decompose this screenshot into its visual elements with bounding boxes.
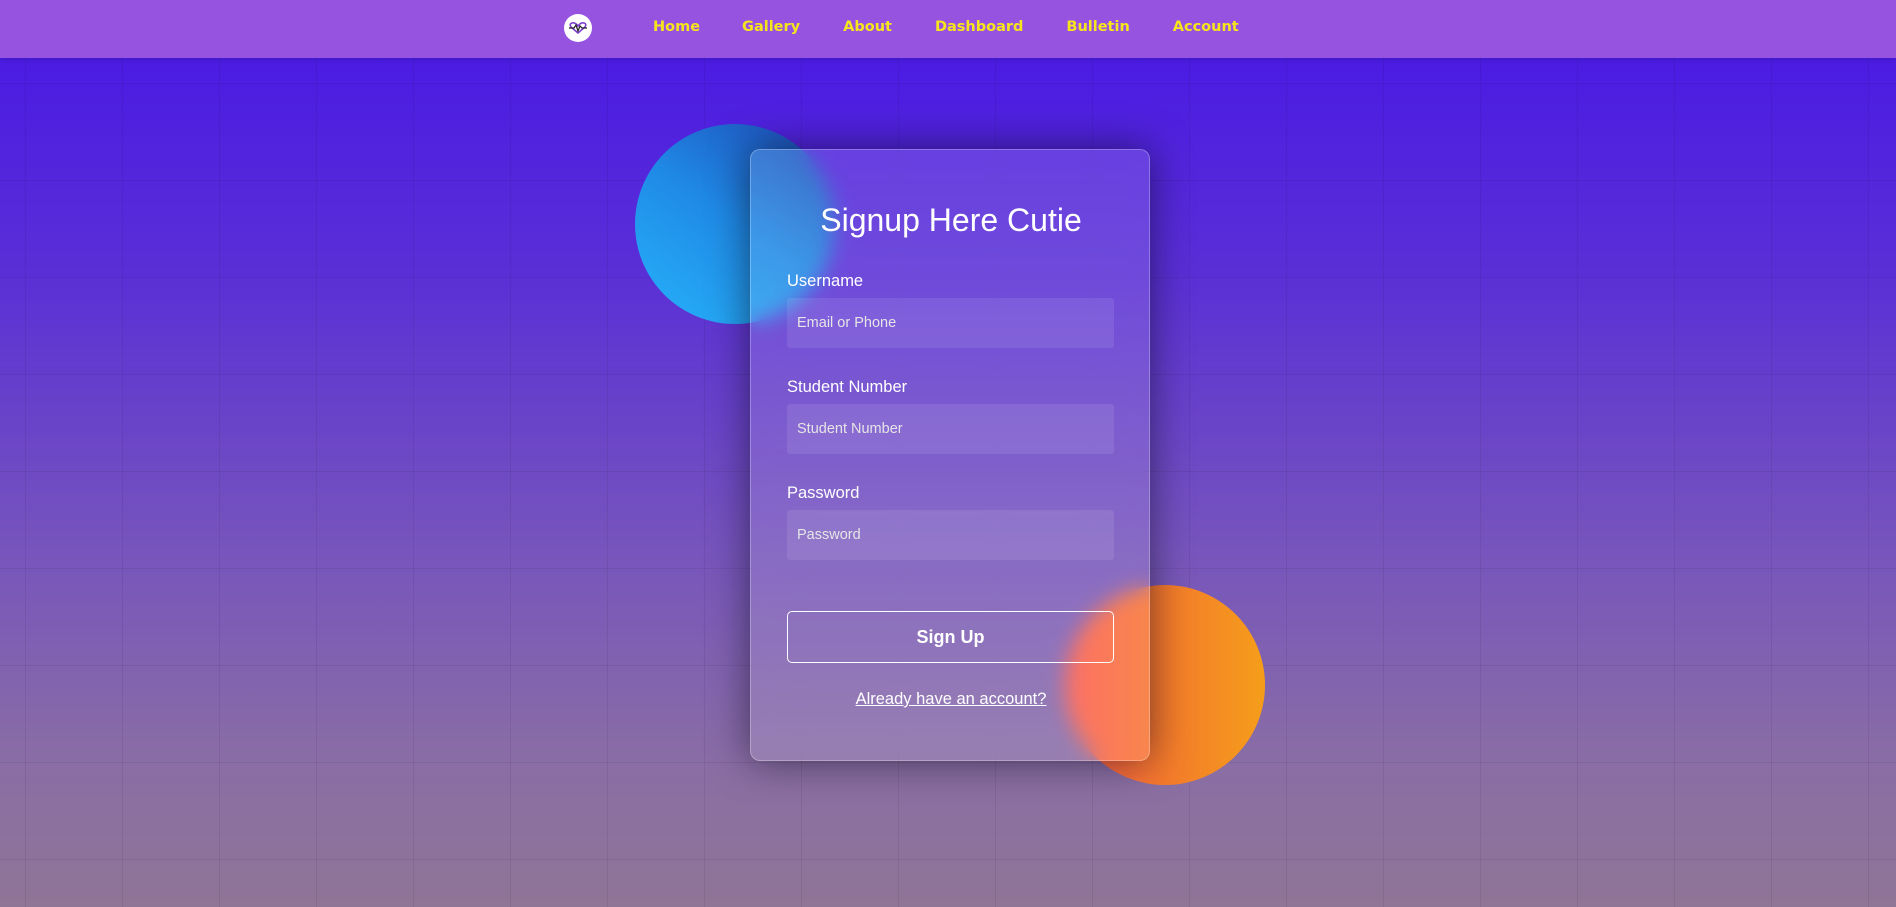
form-title: Signup Here Cutie: [820, 202, 1082, 238]
username-input[interactable]: [787, 298, 1114, 348]
signup-form-card: Signup Here Cutie Username Student Numbe…: [750, 149, 1150, 761]
nav-link-about[interactable]: About: [843, 19, 892, 35]
student-number-input[interactable]: [787, 404, 1114, 454]
username-label: Username: [787, 272, 864, 290]
nav-link-bulletin[interactable]: Bulletin: [1066, 19, 1129, 35]
nav-links: Home Gallery About Dashboard Bulletin Ac…: [653, 19, 1239, 35]
nav-link-account[interactable]: Account: [1173, 19, 1239, 35]
nav-link-dashboard[interactable]: Dashboard: [935, 19, 1023, 35]
top-navbar: Home Gallery About Dashboard Bulletin Ac…: [0, 0, 1896, 58]
login-link[interactable]: Already have an account?: [751, 690, 1151, 709]
sign-up-button[interactable]: Sign Up: [787, 611, 1114, 663]
password-label: Password: [787, 484, 860, 502]
nav-link-gallery[interactable]: Gallery: [742, 19, 800, 35]
student-number-label: Student Number: [787, 378, 908, 396]
password-input[interactable]: [787, 510, 1114, 560]
heart-logo-icon[interactable]: [564, 14, 592, 42]
nav-link-home[interactable]: Home: [653, 19, 700, 35]
